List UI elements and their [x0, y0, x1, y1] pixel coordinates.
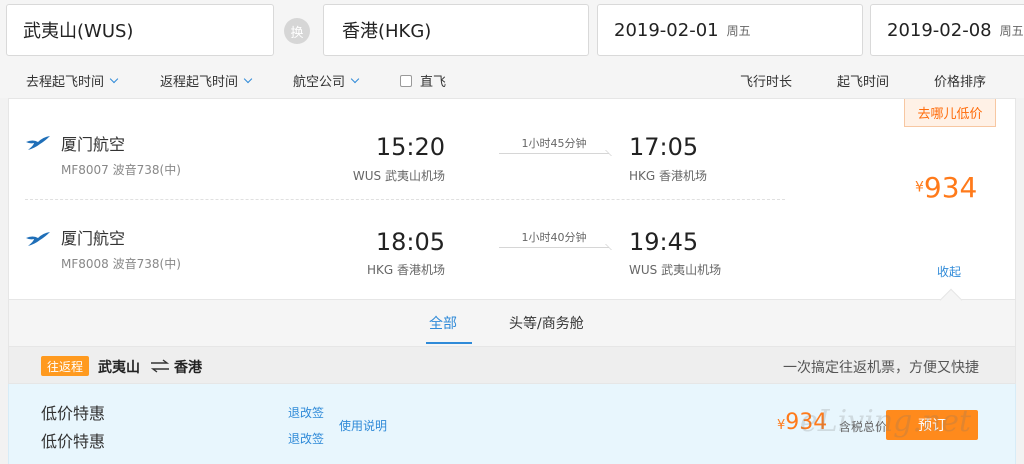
flight-number: MF8007 波音738(中) — [61, 163, 181, 177]
airline-name: 厦门航空 — [61, 135, 126, 154]
chevron-down-icon — [109, 74, 119, 83]
roundtrip-from: 武夷山 — [98, 360, 140, 376]
search-bar: 武夷山(WUS) 换 香港(HKG) 2019-02-01 周五 2019-02… — [0, 0, 1024, 62]
collapse-link[interactable]: 收起 — [937, 263, 961, 280]
currency-symbol: ¥ — [915, 179, 924, 196]
sort-duration-label: 飞行时长 — [740, 75, 793, 90]
flight-duration: 1小时40分钟 — [521, 231, 587, 244]
sort-depart-time[interactable]: 起飞时间 — [837, 71, 889, 90]
depart-weekday: 周五 — [726, 23, 751, 38]
return-weekday: 周五 — [999, 23, 1024, 38]
fare-name: 低价特惠 — [41, 432, 106, 451]
active-tab-indicator — [426, 342, 472, 344]
sort-duration[interactable]: 飞行时长 — [740, 71, 792, 90]
arrival-airport: HKG 香港机场 — [629, 169, 708, 183]
depart-date-value: 2019-02-01 — [614, 19, 719, 41]
usage-instructions-link[interactable]: 使用说明 — [339, 417, 387, 434]
flight-price: ¥934 — [915, 171, 977, 204]
direct-only-checkbox[interactable]: 直飞 — [400, 71, 446, 90]
roundtrip-bar: 往返程 武夷山 香港 一次搞定往返机票，方便又快捷 — [8, 346, 1016, 384]
refund-change-link[interactable]: 退改签 — [288, 430, 324, 447]
airline-filter-label: 航空公司 — [293, 75, 346, 90]
return-date-field[interactable]: 2019-02-08 周五 — [870, 4, 1024, 56]
return-date-value: 2019-02-08 — [887, 19, 992, 41]
to-city-value: 香港(HKG) — [342, 21, 432, 42]
swap-cities-button[interactable]: 换 — [284, 18, 310, 44]
departure-time: 15:20 — [375, 133, 445, 161]
filter-bar: 去程起飞时间 返程起飞时间 航空公司 直飞 飞行时长 起飞时间 价格排序 — [0, 62, 1024, 98]
roundtrip-slogan: 一次搞定往返机票，方便又快捷 — [783, 360, 979, 376]
outbound-time-filter[interactable]: 去程起飞时间 — [26, 71, 119, 90]
arrow-right-icon — [499, 247, 609, 248]
chevron-down-icon — [350, 74, 360, 83]
arrow-right-icon — [499, 153, 609, 154]
arrival-time: 17:05 — [629, 133, 699, 161]
arrival-airport: WUS 武夷山机场 — [629, 263, 722, 277]
return-time-label: 返程起飞时间 — [160, 75, 239, 90]
outbound-time-label: 去程起飞时间 — [26, 75, 105, 90]
price-amount: 934 — [923, 171, 978, 204]
flight-segment-return: 厦门航空 MF8008 波音738(中) 18:05 HKG 香港机场 1小时4… — [9, 195, 889, 291]
from-city-value: 武夷山(WUS) — [23, 21, 134, 42]
fare-name: 低价特惠 — [41, 404, 106, 423]
return-time-filter[interactable]: 返程起飞时间 — [160, 71, 253, 90]
departure-airport: HKG 香港机场 — [366, 263, 445, 277]
flight-number: MF8008 波音738(中) — [61, 257, 181, 271]
roundtrip-badge: 往返程 — [41, 356, 90, 376]
swap-label: 换 — [290, 25, 304, 41]
chevron-down-icon — [243, 74, 253, 83]
low-price-badge-text: 去哪儿低价 — [917, 107, 983, 122]
refund-change-link[interactable]: 退改签 — [288, 404, 324, 421]
tab-all[interactable]: 全部 — [429, 313, 457, 333]
roundtrip-arrows-icon — [150, 359, 170, 373]
departure-time: 18:05 — [375, 228, 445, 256]
flight-card[interactable]: 厦门航空 MF8007 波音738(中) 15:20 WUS 武夷山机场 1小时… — [8, 98, 1016, 300]
low-price-badge: 去哪儿低价 — [904, 99, 996, 127]
to-city-field[interactable]: 香港(HKG) — [323, 4, 589, 56]
direct-only-label: 直飞 — [420, 75, 447, 90]
checkbox-icon[interactable] — [400, 74, 412, 87]
arrival-time: 19:45 — [629, 228, 699, 256]
roundtrip-to: 香港 — [174, 360, 202, 376]
sort-price-label: 价格排序 — [934, 75, 987, 90]
xiamen-airlines-logo-icon — [26, 232, 50, 246]
watermark: eLiving.net — [800, 404, 972, 439]
flight-segment-outbound: 厦门航空 MF8007 波音738(中) 15:20 WUS 武夷山机场 1小时… — [9, 99, 889, 195]
tab-first-business[interactable]: 头等/商务舱 — [509, 313, 584, 333]
xiamen-airlines-logo-icon — [26, 136, 50, 150]
airline-filter[interactable]: 航空公司 — [293, 71, 360, 90]
departure-airport: WUS 武夷山机场 — [352, 169, 445, 183]
cabin-tabs: 全部 头等/商务舱 — [8, 288, 1016, 346]
sort-price[interactable]: 价格排序 — [934, 71, 986, 90]
from-city-field[interactable]: 武夷山(WUS) — [6, 4, 274, 56]
sort-depart-label: 起飞时间 — [837, 75, 890, 90]
depart-date-field[interactable]: 2019-02-01 周五 — [597, 4, 863, 56]
airline-name: 厦门航空 — [61, 229, 126, 248]
flight-duration: 1小时45分钟 — [521, 137, 587, 150]
